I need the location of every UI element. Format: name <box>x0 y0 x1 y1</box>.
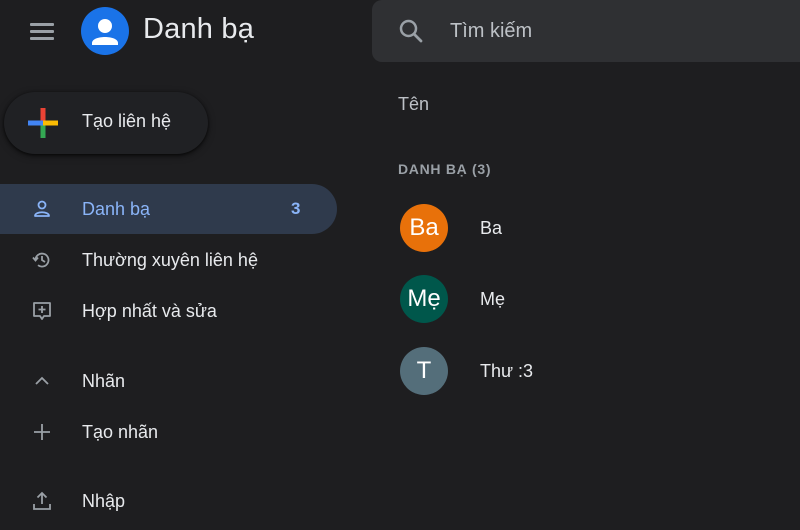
history-icon <box>32 252 50 268</box>
import-label: Nhập <box>82 491 126 511</box>
contact-row[interactable]: Mẹ Mẹ <box>372 265 800 331</box>
create-contact-button[interactable]: Tạo liên hệ <box>4 92 208 154</box>
plus-icon <box>34 424 50 440</box>
contacts-logo-icon <box>81 7 129 55</box>
merge-fix-icon <box>33 302 51 320</box>
hamburger-line <box>30 37 54 40</box>
import-button[interactable]: Nhập <box>0 476 337 526</box>
avatar: Ba <box>400 204 448 252</box>
person-outline-icon <box>34 200 50 217</box>
search-bar[interactable] <box>372 0 800 62</box>
contacts-group-header: DANH BẠ (3) <box>398 161 492 177</box>
avatar: T <box>400 347 448 395</box>
contacts-count-badge: 3 <box>291 199 301 218</box>
contact-name: Ba <box>480 218 503 238</box>
labels-section-label: Nhãn <box>82 371 126 391</box>
labels-section-toggle[interactable]: Nhãn <box>0 356 337 406</box>
sidebar-item-label: Hợp nhất và sửa <box>82 301 217 321</box>
hamburger-line <box>30 30 54 33</box>
multicolor-plus-icon <box>28 108 58 138</box>
hamburger-line <box>30 23 54 26</box>
sidebar-item-label: Danh bạ <box>82 199 151 219</box>
upload-icon <box>33 491 51 510</box>
avatar: Mẹ <box>400 275 448 323</box>
search-icon[interactable] <box>396 16 426 46</box>
create-label-text: Tạo nhãn <box>82 422 159 442</box>
sidebar-item-contacts[interactable]: Danh bạ 3 <box>0 184 337 234</box>
contact-name: Mẹ <box>480 289 506 309</box>
chevron-up-icon <box>35 376 49 385</box>
search-input[interactable] <box>450 14 780 48</box>
main-menu-button[interactable] <box>28 20 56 42</box>
contact-row[interactable]: Ba Ba <box>372 194 800 260</box>
create-label-button[interactable]: Tạo nhãn <box>0 407 337 457</box>
sidebar-item-label: Thường xuyên liên hệ <box>82 250 258 270</box>
name-column-header[interactable]: Tên <box>398 94 429 115</box>
contact-row[interactable]: T Thư :3 <box>372 337 800 403</box>
contact-name: Thư :3 <box>480 361 534 381</box>
app-title: Danh bạ <box>143 13 255 45</box>
create-contact-label: Tạo liên hệ <box>82 111 172 131</box>
sidebar-item-merge-fix[interactable]: Hợp nhất và sửa <box>0 286 337 336</box>
sidebar-item-frequent[interactable]: Thường xuyên liên hệ <box>0 235 337 285</box>
